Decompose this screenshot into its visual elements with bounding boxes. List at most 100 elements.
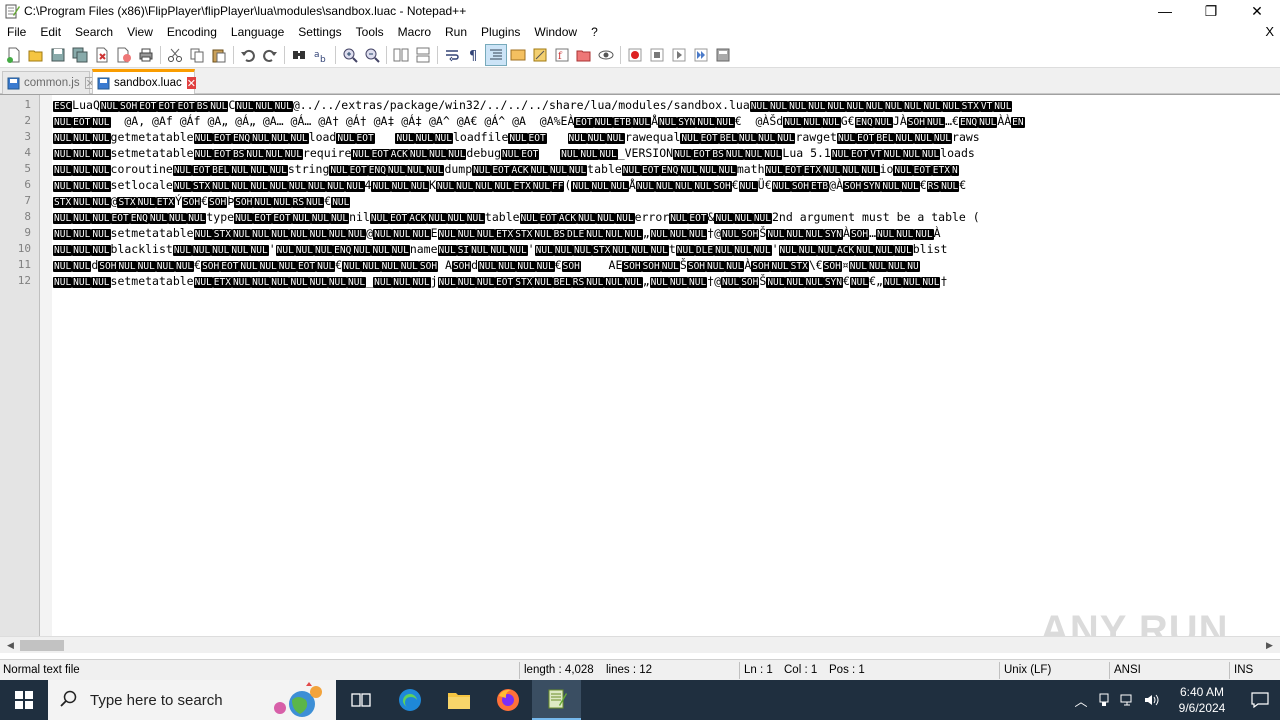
close-all-icon[interactable] xyxy=(113,44,135,66)
control-char: NUL xyxy=(253,197,273,208)
paste-icon[interactable] xyxy=(208,44,230,66)
code-line[interactable]: NUL NUL NULsetmetatableNUL STX NUL NUL NUL NUL N… xyxy=(53,225,941,241)
function-list-icon[interactable]: f xyxy=(551,44,573,66)
control-char: EOT xyxy=(688,213,708,224)
clock-time: 6:40 AM xyxy=(1179,685,1225,699)
redo-icon[interactable] xyxy=(259,44,281,66)
play-macro-icon[interactable] xyxy=(668,44,690,66)
stop-macro-icon[interactable] xyxy=(646,44,668,66)
menu-edit[interactable]: Edit xyxy=(33,22,68,42)
close-window-button[interactable]: ✕ xyxy=(1234,0,1280,22)
text-content[interactable]: ESCLuaQNUL SOH EOT EOT EOT BS NULCNUL NUL NUL@..… xyxy=(53,95,1280,636)
copy-icon[interactable] xyxy=(186,44,208,66)
code-line[interactable]: NUL NUL NULcoroutineNUL EOT BEL NUL NUL NULstri… xyxy=(53,161,959,177)
horizontal-scrollbar[interactable]: ◀ ▶ xyxy=(0,636,1280,653)
maximize-button[interactable]: ❐ xyxy=(1188,0,1234,22)
control-char: NUL xyxy=(788,101,808,112)
menu-window[interactable]: Window xyxy=(527,22,584,42)
menu-view[interactable]: View xyxy=(120,22,160,42)
code-line[interactable]: NUL EOT NUL @A, @Af @Áf @A„ @Á„ @A… @Á… @A… xyxy=(53,113,1025,129)
find-icon[interactable] xyxy=(288,44,310,66)
control-char: NUL xyxy=(411,229,431,240)
control-char: NUL xyxy=(764,165,784,176)
menu-plugins[interactable]: Plugins xyxy=(474,22,527,42)
code-line[interactable]: ESCLuaQNUL SOH EOT EOT EOT BS NULCNUL NUL NUL@..… xyxy=(53,97,1013,113)
control-char: NUL xyxy=(53,149,73,160)
menu-macro[interactable]: Macro xyxy=(391,22,438,42)
scrollbar-thumb[interactable] xyxy=(20,640,64,651)
word-wrap-icon[interactable] xyxy=(441,44,463,66)
code-line[interactable]: NUL NUL NULblacklistNUL NUL NUL NUL NUL'NUL NUL… xyxy=(53,241,947,257)
control-char: NUL xyxy=(345,181,365,192)
status-col: Col : 1 xyxy=(784,664,818,676)
record-macro-icon[interactable] xyxy=(624,44,646,66)
scroll-left-icon[interactable]: ◀ xyxy=(2,637,19,654)
scroll-right-icon[interactable]: ▶ xyxy=(1261,637,1278,654)
close-document-button[interactable]: X xyxy=(1265,22,1274,42)
monitoring-icon[interactable] xyxy=(595,44,617,66)
editor-area[interactable]: 1 2 3 4 5 6 7 8 9 10 11 12 ESCLuaQNUL SOH EOT EOT EOT BS… xyxy=(0,94,1280,636)
show-all-chars-icon[interactable]: ¶ xyxy=(463,44,485,66)
fold-margin[interactable] xyxy=(40,95,52,636)
user-language-icon[interactable] xyxy=(507,44,529,66)
save-icon[interactable] xyxy=(47,44,69,66)
code-line[interactable]: NUL NUL NULsetmetatableNUL EOT BS NUL NUL NULre… xyxy=(53,145,975,161)
start-button[interactable] xyxy=(0,680,48,720)
taskbar-search-box[interactable]: Type here to search xyxy=(48,680,336,720)
control-char: NUL xyxy=(623,277,643,288)
run-macro-multiple-icon[interactable] xyxy=(690,44,712,66)
replace-icon[interactable]: ab xyxy=(310,44,332,66)
chevron-up-icon[interactable]: ︿ xyxy=(1070,691,1092,710)
sync-horizontal-icon[interactable] xyxy=(412,44,434,66)
zoom-out-icon[interactable] xyxy=(361,44,383,66)
close-file-icon[interactable] xyxy=(91,44,113,66)
menu-language[interactable]: Language xyxy=(224,22,291,42)
indent-guide-icon[interactable] xyxy=(485,43,507,66)
control-char: SOH xyxy=(686,261,707,272)
new-file-icon[interactable] xyxy=(3,44,25,66)
menu-run[interactable]: Run xyxy=(438,22,474,42)
code-line[interactable]: NUL NUL NULgetmetatableNUL EOT ENQ NUL NUL NULl… xyxy=(53,129,980,145)
close-tab-icon[interactable]: ✕ xyxy=(186,77,196,90)
control-char: NUL xyxy=(336,133,356,144)
save-all-icon[interactable] xyxy=(69,44,91,66)
usb-device-icon[interactable] xyxy=(1092,693,1116,707)
undo-icon[interactable] xyxy=(237,44,259,66)
notification-icon[interactable] xyxy=(1240,692,1280,708)
control-char: NUL xyxy=(893,245,913,256)
control-char: SOH xyxy=(119,101,139,112)
open-file-icon[interactable] xyxy=(25,44,47,66)
firefox-taskbar-button[interactable] xyxy=(483,680,532,720)
folder-workspace-icon[interactable] xyxy=(573,44,595,66)
tab-sandbox-luac[interactable]: sandbox.luac ✕ xyxy=(92,69,196,94)
zoom-in-icon[interactable] xyxy=(339,44,361,66)
control-char: NUL xyxy=(489,245,509,256)
menu-help[interactable]: ? xyxy=(584,22,605,42)
file-explorer-taskbar-button[interactable] xyxy=(434,680,483,720)
control-char: SOH xyxy=(740,277,760,288)
code-line[interactable]: NUL NUL NULsetlocaleNUL STX NUL NUL NUL NUL NUL N… xyxy=(53,177,966,193)
task-view-button[interactable] xyxy=(336,680,385,720)
notepadpp-taskbar-button[interactable] xyxy=(532,680,581,720)
minimize-button[interactable]: — xyxy=(1142,0,1188,22)
volume-icon[interactable] xyxy=(1140,693,1164,707)
cut-icon[interactable] xyxy=(164,44,186,66)
menu-file[interactable]: File xyxy=(0,22,33,42)
menu-tools[interactable]: Tools xyxy=(349,22,391,42)
clock[interactable]: 6:40 AM 9/6/2024 xyxy=(1164,684,1240,716)
sync-vertical-icon[interactable] xyxy=(390,44,412,66)
tab-common-js[interactable]: common.js ✕ xyxy=(2,71,96,94)
menu-encoding[interactable]: Encoding xyxy=(160,22,224,42)
doc-map-icon[interactable] xyxy=(529,44,551,66)
code-line[interactable]: NUL NUL NULsetmetatableNUL ETX NUL NUL NUL NUL N… xyxy=(53,273,947,289)
edge-taskbar-button[interactable] xyxy=(385,680,434,720)
code-line[interactable]: NUL NULdSOH NUL NUL NUL NUL€SOH EOT NUL NUL NUL EO… xyxy=(53,257,920,273)
code-line[interactable]: NUL NUL NUL EOT ENQ NUL NUL NULtypeNUL EOT EOT NUL… xyxy=(53,209,980,225)
code-line[interactable]: STX NUL NUL@STX NUL ETXÝSOH€SOHÞSOH NUL NUL RS N… xyxy=(53,193,351,209)
save-macro-icon[interactable] xyxy=(712,44,734,66)
control-char: NUL xyxy=(593,117,613,128)
network-icon[interactable] xyxy=(1116,693,1140,707)
print-icon[interactable] xyxy=(135,44,157,66)
menu-settings[interactable]: Settings xyxy=(291,22,348,42)
menu-search[interactable]: Search xyxy=(68,22,120,42)
